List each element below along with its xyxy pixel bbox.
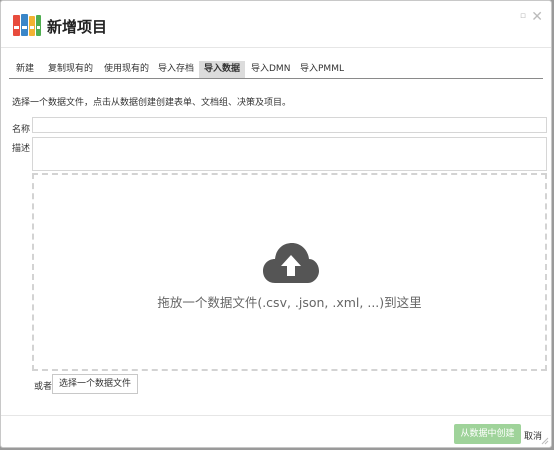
or-label: 或者 xyxy=(34,382,53,392)
cancel-button[interactable]: 取消 xyxy=(524,429,542,442)
cloud-upload-icon xyxy=(263,243,319,283)
tab-bar: 新建 复制现有的 使用现有的 导入存档 导入数据 导入DMN 导入PMML xyxy=(9,61,543,79)
name-input[interactable] xyxy=(32,117,547,133)
resize-grip-icon[interactable] xyxy=(541,437,549,445)
dialog-header: 新增项目 ▫ ✕ xyxy=(1,1,551,48)
tab-import-data[interactable]: 导入数据 xyxy=(199,61,246,78)
file-dropzone[interactable]: 拖放一个数据文件(.csv, .json, .xml, ...)到这里 xyxy=(32,173,547,371)
tab-import-pmml[interactable]: 导入PMML xyxy=(295,61,349,78)
instruction-text: 选择一个数据文件，点击从数据创建创建表单、文档组、决策及项目。 xyxy=(12,98,292,108)
binders-icon xyxy=(13,14,41,36)
dialog-footer xyxy=(1,415,551,416)
create-from-data-button[interactable]: 从数据中创建 xyxy=(454,424,521,444)
choose-file-button[interactable]: 选择一个数据文件 xyxy=(52,374,139,394)
new-project-dialog: 新增项目 ▫ ✕ 新建 复制现有的 使用现有的 导入存档 导入数据 导入DMN … xyxy=(0,0,552,448)
tab-copy-existing[interactable]: 复制现有的 xyxy=(43,61,98,78)
name-label: 名称 xyxy=(12,125,31,135)
description-label: 描述 xyxy=(12,144,31,154)
dropzone-text: 拖放一个数据文件(.csv, .json, .xml, ...)到这里 xyxy=(157,295,422,310)
close-icon[interactable]: ✕ xyxy=(531,9,543,25)
dialog-title: 新增项目 xyxy=(47,18,108,36)
tab-new[interactable]: 新建 xyxy=(11,61,39,78)
tab-import-archive[interactable]: 导入存档 xyxy=(153,61,199,78)
minimize-icon[interactable]: ▫ xyxy=(520,11,526,21)
tab-import-dmn[interactable]: 导入DMN xyxy=(246,61,295,78)
tab-use-existing[interactable]: 使用现有的 xyxy=(99,61,154,78)
description-input[interactable] xyxy=(32,137,547,171)
